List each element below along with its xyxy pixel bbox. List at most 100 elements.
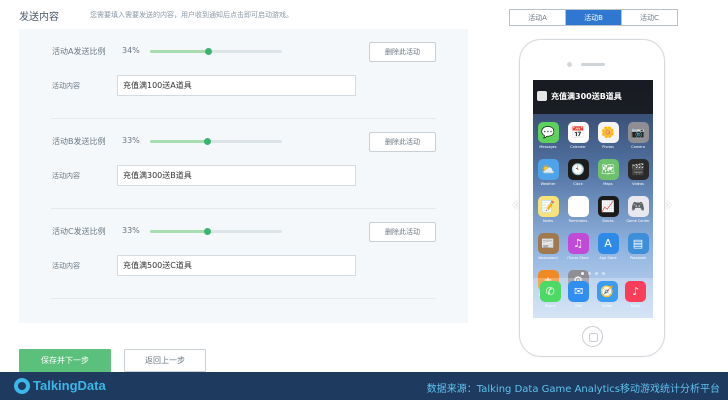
game-center-icon: 🎮 [627,196,649,217]
app-phone: ✆ Phone [538,281,562,315]
app-game-center: 🎮 Game Center [626,196,650,229]
app-label: Safari [602,304,613,308]
app-label: Newsstand [538,256,558,260]
app-itunes: ♫ iTunes Store [566,233,590,266]
camera-dot [567,62,572,67]
slider-fill [150,230,207,233]
page: 发送内容 您需要填入需要发送的内容，用户收到通知后点击即可启动游戏。 活动A发送… [0,0,728,400]
ratio-label: 活动B发送比例 [52,137,106,146]
activity-group-a: 活动A发送比例 34% 删除此活动 活动内容 [19,29,468,119]
app-maps: 🗺 Maps [596,159,620,192]
app-stocks: 📈 Stocks [596,196,620,229]
ratio-slider[interactable] [150,228,282,235]
app-label: Stocks [602,219,614,223]
slider-handle[interactable] [205,48,213,55]
ratio-slider[interactable] [150,48,282,55]
passbook-icon: ▤ [627,233,649,254]
ratio-value: 34% [122,46,140,55]
talkingdata-logo-icon [14,378,30,394]
activity-form-panel: 活动A发送比例 34% 删除此活动 活动内容 活动B发送比例 33% 删除此活动… [19,29,468,323]
app-music: ♪ Music [624,281,648,315]
ratio-value: 33% [122,226,140,235]
delete-activity-button[interactable]: 删除此活动 [369,132,436,152]
back-button[interactable]: 返回上一步 [124,349,206,372]
app-app-store: A App Store [596,233,620,266]
app-label: Mail [575,304,583,308]
app-newsstand: 📰 Newsstand [536,233,560,266]
app-label: Clock [573,182,583,186]
notification-text: 充值满300送B道具 [551,92,622,101]
delete-activity-button[interactable]: 删除此活动 [369,222,436,242]
app-camera: 📷 Camera [626,122,650,155]
newsstand-icon: 📰 [537,233,559,254]
app-label: iTunes Store [567,256,589,260]
maps-icon: 🗺 [597,159,619,180]
app-label: Maps [603,182,613,186]
content-input[interactable] [117,165,356,186]
weather-icon: ⛅ [537,159,559,180]
app-safari: 🧭 Safari [595,281,619,315]
camera-icon: 📷 [627,122,649,143]
app-reminders: ☰ Reminders [566,196,590,229]
activity-group-c: 活动C发送比例 33% 删除此活动 活动内容 [19,209,468,299]
content-label: 活动内容 [52,172,80,180]
preview-tabs: 活动A 活动B 活动C [509,9,678,26]
home-button [582,326,603,347]
app-label: Game Center [626,219,650,223]
ratio-slider[interactable] [150,138,282,145]
divider [51,298,436,299]
save-and-next-button[interactable]: 保存并下一步 [19,349,111,372]
app-calendar: 📅 Calendar [566,122,590,155]
app-icon [537,91,547,101]
app-label: Camera [631,145,645,149]
app-grid: 💬 Messages 📅 Calendar 🌼 Photos 📷 Camera ⛅ Weather… [536,122,650,303]
app-notes: 📝 Notes [536,196,560,229]
app-label: Photos [602,145,614,149]
tab-activity-c[interactable]: 活动C [622,10,677,25]
section-hint: 您需要填入需要发送的内容，用户收到通知后点击即可启动游戏。 [90,11,293,19]
app-label: Reminders [568,219,588,223]
tab-activity-a[interactable]: 活动A [510,10,566,25]
app-label: App Store [599,256,617,260]
app-clock: 🕙 Clock [566,159,590,192]
activity-group-b: 活动B发送比例 33% 删除此活动 活动内容 [19,119,468,209]
reminders-icon: ☰ [567,196,589,217]
app-weather: ⛅ Weather [536,159,560,192]
content-label: 活动内容 [52,262,80,270]
tab-activity-b[interactable]: 活动B [566,10,622,25]
app-label: Phone [544,304,556,308]
app-label: Notes [542,219,554,223]
app-label: Passbook [629,256,647,260]
safari-icon: 🧭 [596,281,618,302]
next-arrow-icon[interactable]: › [665,194,672,215]
app-photos: 🌼 Photos [596,122,620,155]
prev-arrow-icon[interactable]: ‹ [512,194,519,215]
push-notification-banner: 充值满300送B道具 [533,80,653,114]
app-label: Messages [539,145,557,149]
phone-preview: 💬 Messages 📅 Calendar 🌼 Photos 📷 Camera ⛅ Weather… [512,39,672,357]
itunes-icon: ♫ [567,233,589,254]
photos-icon: 🌼 [597,122,619,143]
app-store-icon: A [597,233,619,254]
app-videos: 🎬 Videos [626,159,650,192]
phone-icon: ✆ [539,281,561,302]
logo-text: TalkingData [33,378,106,393]
app-label: Videos [632,182,644,186]
stocks-icon: 📈 [597,196,619,217]
content-input[interactable] [117,255,356,276]
content-label: 活动内容 [52,82,80,90]
slider-fill [150,140,207,143]
slider-handle[interactable] [203,228,211,235]
data-source-text: 数据来源：Talking Data Game Analytics移动游戏统计分析… [426,384,720,395]
section-title: 发送内容 [19,12,59,23]
delete-activity-button[interactable]: 删除此活动 [369,42,436,62]
app-dock: ✆ Phone ✉ Mail 🧭 Safari ♪ Music [533,278,653,318]
slider-fill [150,50,209,53]
ratio-value: 33% [122,136,140,145]
calendar-icon: 📅 [567,122,589,143]
content-input[interactable] [117,75,356,96]
app-passbook: ▤ Passbook [626,233,650,266]
app-mail: ✉ Mail [567,281,591,315]
slider-handle[interactable] [203,138,211,145]
ratio-label: 活动A发送比例 [52,47,106,56]
